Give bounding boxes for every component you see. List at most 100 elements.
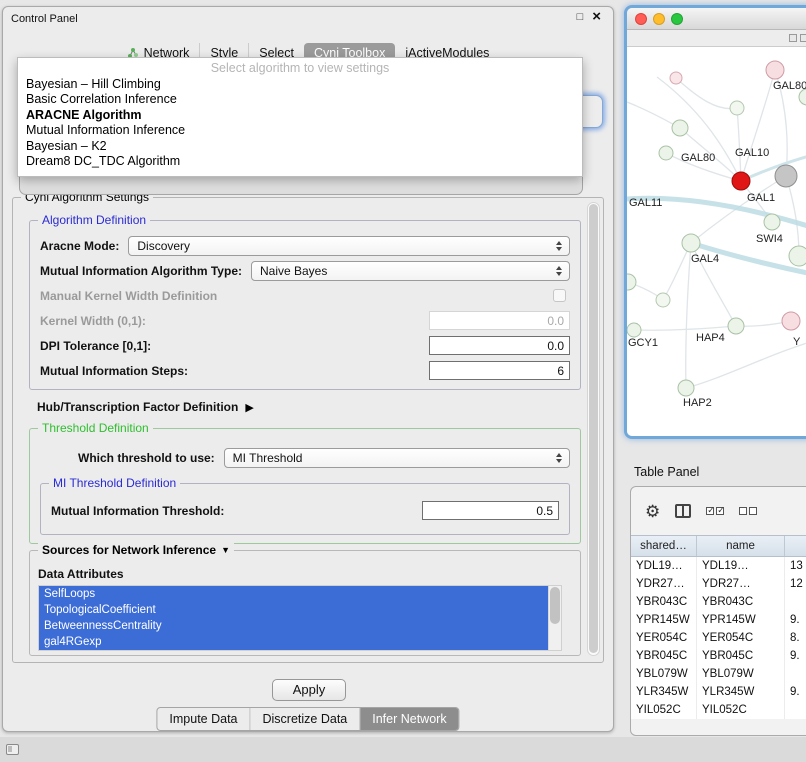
- cell: YIL052C: [631, 701, 697, 719]
- dropdown-option[interactable]: Dream8 DC_TDC Algorithm: [18, 154, 582, 170]
- scrollbar-thumb[interactable]: [589, 204, 598, 653]
- tab-infer-network[interactable]: Infer Network: [359, 708, 458, 730]
- network-toolbar: [627, 30, 806, 47]
- view-control-icon[interactable]: [789, 34, 797, 42]
- table-panel-title: Table Panel: [634, 465, 699, 479]
- gear-icon[interactable]: ⚙: [645, 503, 660, 520]
- manual-kernel-row: Manual Kernel Width Definition: [30, 283, 580, 308]
- cell: YDR27…: [631, 575, 697, 593]
- mi-type-select[interactable]: Naive Bayes: [251, 261, 570, 281]
- data-attributes-label: Data Attributes: [38, 567, 124, 581]
- dropdown-option[interactable]: Basic Correlation Inference: [18, 92, 582, 108]
- column-header-name[interactable]: name: [697, 536, 785, 556]
- dropdown-option-selected[interactable]: ARACNE Algorithm: [18, 108, 582, 124]
- dpi-tolerance-label: DPI Tolerance [0,1]:: [40, 339, 151, 353]
- apply-button[interactable]: Apply: [272, 679, 346, 701]
- node-label-hap4[interactable]: HAP4: [696, 332, 725, 344]
- node-label-swi4[interactable]: SWI4: [756, 233, 783, 245]
- cell: YDL19…: [631, 557, 697, 575]
- tab-impute-data[interactable]: Impute Data: [157, 708, 249, 730]
- cell: [785, 665, 806, 683]
- kernel-width-row: Kernel Width (0,1): 0.0: [30, 308, 580, 333]
- table-row[interactable]: YBR043CYBR043C: [631, 593, 806, 611]
- checked-box-icon: [716, 507, 724, 515]
- list-item[interactable]: TopologicalCoefficient: [39, 602, 548, 618]
- column-header[interactable]: [785, 536, 806, 556]
- kernel-width-field[interactable]: 0.0: [429, 311, 570, 330]
- table-row[interactable]: YBL079WYBL079W: [631, 665, 806, 683]
- cyni-settings-group: Cyni Algorithm Settings Algorithm Defini…: [12, 197, 604, 663]
- dropdown-option[interactable]: Bayesian – Hill Climbing: [18, 77, 582, 93]
- float-window-icon[interactable]: □: [577, 11, 584, 23]
- node-label-gal10[interactable]: GAL10: [735, 147, 769, 159]
- table-body: YDL19…YDL19…13 YDR27…YDR27…12 YBR043CYBR…: [631, 557, 806, 719]
- zoom-button[interactable]: [671, 13, 683, 25]
- which-threshold-label: Which threshold to use:: [78, 451, 215, 465]
- sources-expander[interactable]: Sources for Network Inference ▼: [38, 543, 234, 557]
- cell: YBL079W: [631, 665, 697, 683]
- dpi-tolerance-field[interactable]: 0.0: [429, 336, 570, 355]
- column-header-shared-name[interactable]: shared…: [631, 536, 697, 556]
- mi-steps-value: 6: [557, 364, 564, 378]
- network-view-window: GAL80 GAL80 GAL10 GAL11 GAL1 SWI4 GAL4 G…: [624, 5, 806, 439]
- table-row[interactable]: YBR045CYBR045C9.: [631, 647, 806, 665]
- mi-type-label: Mutual Information Algorithm Type:: [40, 264, 242, 278]
- collapsed-arrow-icon: ▶: [245, 401, 253, 414]
- node-label-gal80b[interactable]: GAL80: [773, 80, 806, 92]
- list-item[interactable]: gal4RGexp: [39, 634, 548, 650]
- node-label-gcy1[interactable]: GCY1: [628, 337, 658, 349]
- deselect-all-icon[interactable]: [739, 507, 757, 515]
- settings-scrollbar[interactable]: [587, 202, 600, 656]
- close-icon[interactable]: ×: [592, 11, 601, 23]
- dropdown-option[interactable]: Mutual Information Inference: [18, 123, 582, 139]
- table-row[interactable]: YIL052CYIL052C: [631, 701, 806, 719]
- mi-threshold-value: 0.5: [536, 504, 553, 518]
- sources-title: Sources for Network Inference: [42, 543, 216, 557]
- minimize-button[interactable]: [653, 13, 665, 25]
- manual-kernel-checkbox[interactable]: [553, 289, 566, 302]
- select-all-icon[interactable]: [706, 507, 724, 515]
- mi-threshold-row: Mutual Information Threshold: 0.5: [41, 498, 569, 523]
- which-threshold-select[interactable]: MI Threshold: [224, 448, 570, 468]
- dropdown-option[interactable]: Bayesian – K2: [18, 139, 582, 155]
- status-bar: [0, 737, 806, 762]
- table-row[interactable]: YDL19…YDL19…13: [631, 557, 806, 575]
- mi-steps-field[interactable]: 6: [429, 361, 570, 380]
- list-item[interactable]: SelfLoops: [39, 586, 548, 602]
- cell: YBL079W: [697, 665, 785, 683]
- panel-toggle-icon[interactable]: [6, 744, 19, 755]
- node-label-y[interactable]: Y: [793, 336, 800, 348]
- node-label-gal4[interactable]: GAL4: [691, 253, 719, 265]
- cell: YBR043C: [631, 593, 697, 611]
- cell: YLR345W: [697, 683, 785, 701]
- node-label-gal80[interactable]: GAL80: [681, 152, 715, 164]
- network-title-bar: [627, 8, 806, 30]
- list-scrollbar[interactable]: [548, 586, 561, 650]
- mi-threshold-field[interactable]: 0.5: [422, 501, 559, 520]
- table-row[interactable]: YLR345WYLR345W9.: [631, 683, 806, 701]
- threshold-definition-title: Threshold Definition: [38, 421, 153, 435]
- table-row[interactable]: YDR27…YDR27…12: [631, 575, 806, 593]
- node-label-hap2[interactable]: HAP2: [683, 397, 712, 409]
- cell: [785, 701, 806, 719]
- scrollbar-thumb[interactable]: [550, 587, 560, 624]
- aracne-mode-select[interactable]: Discovery: [128, 236, 570, 256]
- table-row[interactable]: YER054CYER054C8.: [631, 629, 806, 647]
- view-control-icon[interactable]: [800, 34, 806, 42]
- tab-discretize-data[interactable]: Discretize Data: [250, 708, 360, 730]
- mi-type-row: Mutual Information Algorithm Type: Naive…: [30, 258, 580, 283]
- control-panel-window: Control Panel □ × Network Style: [2, 6, 614, 732]
- table-row[interactable]: YPR145WYPR145W9.: [631, 611, 806, 629]
- dropdown-prompt[interactable]: Select algorithm to view settings: [18, 61, 582, 77]
- table-toolbar: ⚙: [631, 487, 806, 535]
- hub-definition-expander[interactable]: Hub/Transcription Factor Definition ▶: [37, 400, 254, 414]
- network-canvas[interactable]: GAL80 GAL80 GAL10 GAL11 GAL1 SWI4 GAL4 G…: [627, 47, 806, 436]
- node-label-gal11[interactable]: GAL11: [629, 197, 662, 209]
- list-item[interactable]: BetweennessCentrality: [39, 618, 548, 634]
- close-button[interactable]: [635, 13, 647, 25]
- unchecked-box-icon: [749, 507, 757, 515]
- cell: YIL052C: [697, 701, 785, 719]
- columns-icon[interactable]: [675, 504, 691, 518]
- threshold-definition-group: Threshold Definition Which threshold to …: [29, 428, 581, 544]
- node-label-gal1[interactable]: GAL1: [747, 192, 775, 204]
